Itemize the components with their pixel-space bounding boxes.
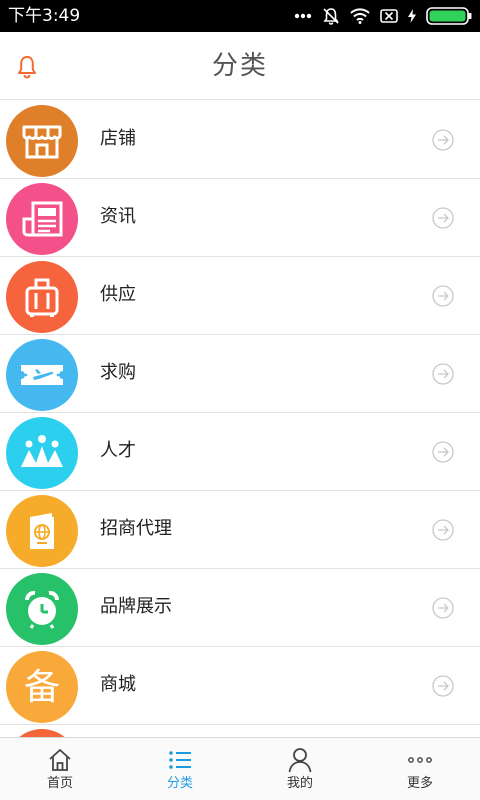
home-icon xyxy=(47,747,73,773)
category-label: 商城 xyxy=(100,674,136,695)
status-bar: 下午3:49 xyxy=(0,0,480,32)
category-row-franchise[interactable]: 招商代理 xyxy=(0,491,480,569)
bei-glyph: 备 xyxy=(24,667,60,708)
arrow-right-icon xyxy=(432,675,454,697)
more-icon xyxy=(407,747,433,773)
arrow-right-icon xyxy=(432,519,454,541)
no-sim-icon xyxy=(380,9,398,23)
tab-home[interactable]: 首页 xyxy=(0,738,120,800)
tab-label: 我的 xyxy=(286,776,313,791)
user-icon xyxy=(287,747,313,773)
category-row-supply[interactable]: 供应 xyxy=(0,257,480,335)
category-icon-partial xyxy=(6,729,78,737)
category-label: 求购 xyxy=(100,362,136,383)
category-row-brand[interactable]: 品牌展示 xyxy=(0,569,480,647)
status-time: 下午3:49 xyxy=(8,6,81,26)
charging-icon xyxy=(408,9,416,23)
list-icon xyxy=(167,747,193,773)
category-label: 人才 xyxy=(100,440,136,461)
category-row-store[interactable]: 店铺 xyxy=(0,101,480,179)
category-row-talent[interactable]: 人才 xyxy=(0,413,480,491)
category-label: 供应 xyxy=(100,284,136,305)
tab-mine[interactable]: 我的 xyxy=(240,738,360,800)
bottom-tab-bar: 首页 分类 我的 更多 xyxy=(0,737,480,800)
arrow-right-icon xyxy=(432,129,454,151)
mute-icon xyxy=(322,7,340,25)
alarm-clock-icon xyxy=(6,573,78,645)
tab-label: 首页 xyxy=(46,776,73,791)
passport-icon xyxy=(6,495,78,567)
arrow-right-icon xyxy=(432,441,454,463)
category-row-news[interactable]: 资讯 xyxy=(0,179,480,257)
category-label: 资讯 xyxy=(100,206,136,227)
arrow-right-icon xyxy=(432,207,454,229)
category-row-purchase[interactable]: 求购 xyxy=(0,335,480,413)
battery-icon xyxy=(426,7,472,25)
category-label: 店铺 xyxy=(100,128,136,149)
storefront-icon xyxy=(6,105,78,177)
page-title: 分类 xyxy=(211,51,268,81)
arrow-right-icon xyxy=(432,597,454,619)
arrow-right-icon xyxy=(432,363,454,385)
crown-people-icon xyxy=(6,417,78,489)
category-label: 品牌展示 xyxy=(100,596,172,617)
arrow-right-icon xyxy=(432,285,454,307)
category-label: 招商代理 xyxy=(100,518,172,539)
tab-more[interactable]: 更多 xyxy=(360,738,480,800)
newspaper-icon xyxy=(6,183,78,255)
tab-label: 分类 xyxy=(166,776,193,791)
suitcase-icon xyxy=(6,261,78,333)
bei-character-icon: 备 xyxy=(6,651,78,723)
more-dots-icon xyxy=(294,13,312,19)
category-row-mall[interactable]: 备 商城 xyxy=(0,647,480,725)
page-header: 分类 xyxy=(0,32,480,100)
wifi-icon xyxy=(350,8,370,24)
ticket-plane-icon xyxy=(6,339,78,411)
category-row-partial[interactable] xyxy=(0,725,480,737)
tab-category[interactable]: 分类 xyxy=(120,738,240,800)
tab-label: 更多 xyxy=(406,776,433,791)
category-list: 店铺 资讯 供应 求购 人才 招商代理 品牌展示 备 商城 xyxy=(0,101,480,737)
status-icons xyxy=(294,5,472,27)
